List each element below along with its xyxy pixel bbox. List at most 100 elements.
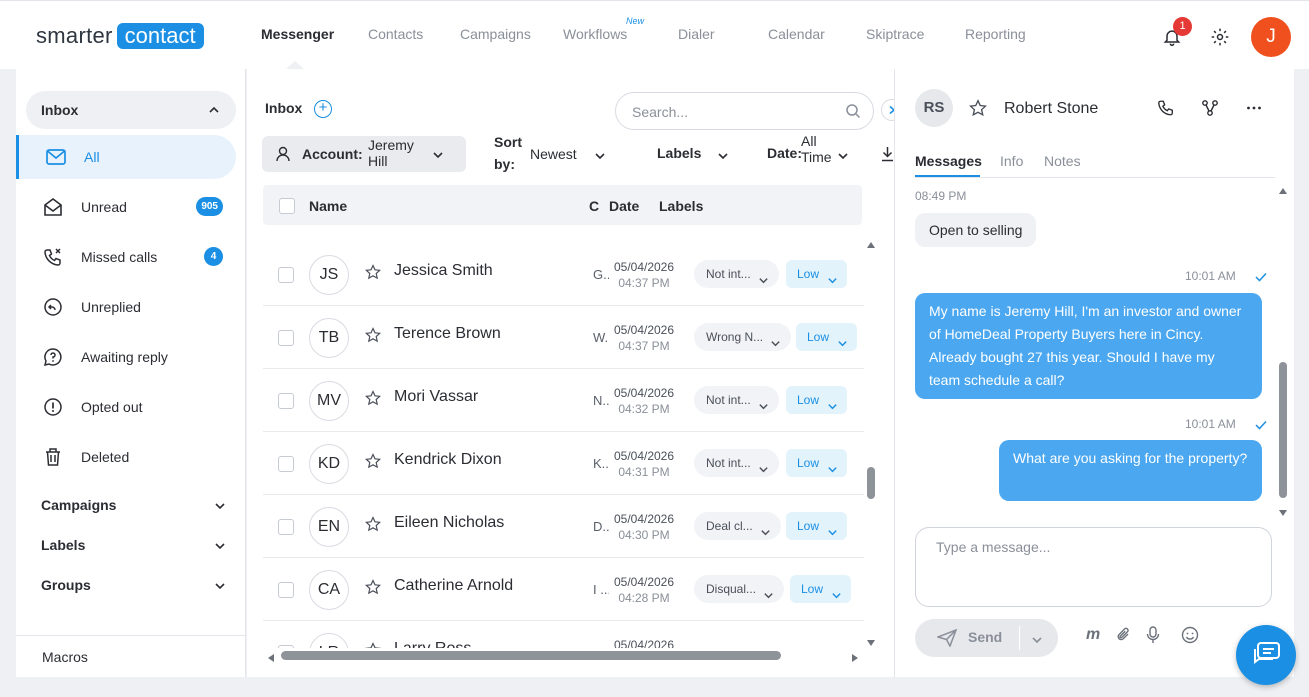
table-row[interactable]: KD Kendrick Dixon K... 05/04/2026 04:31 P… <box>263 432 864 495</box>
label-dropdown[interactable]: Not int... <box>694 260 779 288</box>
star-icon[interactable] <box>364 579 382 598</box>
star-icon[interactable] <box>968 99 988 120</box>
date-dropdown[interactable]: All Time <box>801 133 841 165</box>
nav-contacts[interactable]: Contacts <box>368 26 423 42</box>
scroll-up-arrow-icon[interactable] <box>1278 182 1288 198</box>
star-icon[interactable] <box>364 264 382 283</box>
row-checkbox[interactable] <box>278 582 294 598</box>
sidebar-item-awaiting-reply[interactable]: Awaiting reply <box>16 335 236 379</box>
chevron-down-icon[interactable] <box>1031 633 1043 649</box>
star-icon[interactable] <box>364 453 382 472</box>
priority-dropdown[interactable]: Low <box>790 575 852 603</box>
nav-messenger[interactable]: Messenger <box>261 26 334 42</box>
sidebar-item-opted-out[interactable]: Opted out <box>16 385 236 429</box>
priority-dropdown[interactable]: Low <box>786 512 848 540</box>
row-checkbox[interactable] <box>278 645 294 648</box>
gear-icon[interactable] <box>1206 23 1234 51</box>
scrollbar-thumb[interactable] <box>281 651 781 660</box>
sidebar-item-unread[interactable]: Unread 905 <box>16 185 236 229</box>
tab-notes[interactable]: Notes <box>1044 153 1081 169</box>
download-icon[interactable] <box>881 146 894 165</box>
sidebar-section-labels[interactable]: Labels <box>41 537 226 553</box>
table-row[interactable]: CA Catherine Arnold I ... 05/04/2026 04:2… <box>263 558 864 621</box>
list-horizontal-scrollbar[interactable] <box>265 649 862 662</box>
macro-icon[interactable]: m <box>1086 626 1104 645</box>
send-button[interactable]: Send <box>915 619 1058 657</box>
scroll-down-arrow-icon[interactable] <box>1278 504 1288 520</box>
row-checkbox[interactable] <box>278 267 294 283</box>
column-header-labels[interactable]: Labels <box>659 198 703 214</box>
nav-reporting[interactable]: Reporting <box>965 26 1026 42</box>
tab-messages[interactable]: Messages <box>915 153 982 169</box>
sort-dropdown[interactable]: Newest <box>530 146 577 162</box>
emoji-icon[interactable] <box>1181 626 1199 647</box>
add-conversation-icon[interactable]: + <box>314 100 332 118</box>
priority-dropdown[interactable]: Low <box>786 449 848 477</box>
scroll-right-arrow-icon[interactable] <box>851 650 859 666</box>
table-row[interactable]: LR Larry Ross 05/04/2026 <box>263 621 864 648</box>
priority-dropdown[interactable]: Low <box>786 260 848 288</box>
scroll-up-arrow-icon[interactable] <box>866 236 876 252</box>
priority-dropdown[interactable]: Low <box>796 323 858 351</box>
row-checkbox[interactable] <box>278 456 294 472</box>
account-filter[interactable]: Account: Jeremy Hill <box>262 136 466 172</box>
sidebar-section-groups[interactable]: Groups <box>41 577 226 593</box>
column-header-c[interactable]: C <box>589 198 599 214</box>
nav-calendar[interactable]: Calendar <box>768 26 825 42</box>
scrollbar-thumb[interactable] <box>867 467 875 499</box>
row-date: 05/04/2026 04:31 PM <box>613 448 675 480</box>
workflow-icon[interactable] <box>1201 99 1219 120</box>
sidebar-item-all[interactable]: All <box>16 135 236 179</box>
list-vertical-scrollbar[interactable] <box>864 236 878 646</box>
label-dropdown[interactable]: Disqual... <box>694 575 785 603</box>
scrollbar-thumb[interactable] <box>1279 362 1287 498</box>
chevron-down-icon <box>758 457 769 485</box>
inbox-dropdown[interactable]: Inbox <box>26 91 236 129</box>
microphone-icon[interactable] <box>1146 626 1160 647</box>
app-logo[interactable]: smarter contact <box>36 23 204 49</box>
more-options-icon[interactable] <box>1245 99 1263 120</box>
star-icon[interactable] <box>364 516 382 535</box>
column-header-name[interactable]: Name <box>309 198 347 214</box>
support-chat-button[interactable] <box>1236 625 1296 685</box>
select-all-checkbox[interactable] <box>279 198 295 214</box>
macros-link[interactable]: Macros <box>16 635 245 665</box>
row-checkbox[interactable] <box>278 519 294 535</box>
table-row[interactable]: JS Jessica Smith G... 05/04/2026 04:37 PM… <box>263 243 864 306</box>
sidebar-item-deleted[interactable]: Deleted <box>16 435 236 479</box>
tab-info[interactable]: Info <box>1000 153 1023 169</box>
chevron-down-icon[interactable] <box>594 149 606 165</box>
sidebar-section-campaigns[interactable]: Campaigns <box>41 497 226 513</box>
nav-dialer[interactable]: Dialer <box>678 26 715 42</box>
table-row[interactable]: EN Eileen Nicholas D... 05/04/2026 04:30 … <box>263 495 864 558</box>
user-avatar[interactable]: J <box>1251 17 1291 57</box>
chat-scrollbar[interactable] <box>1277 182 1289 516</box>
table-row[interactable]: MV Mori Vassar N... 05/04/2026 04:32 PM N… <box>263 369 864 432</box>
scroll-down-arrow-icon[interactable] <box>866 634 876 650</box>
nav-campaigns[interactable]: Campaigns <box>460 26 531 42</box>
star-icon[interactable] <box>364 642 382 648</box>
label-dropdown[interactable]: Not int... <box>694 449 779 477</box>
search-input[interactable]: Search... <box>615 92 874 130</box>
phone-icon[interactable] <box>1157 99 1175 120</box>
label-dropdown[interactable]: Not int... <box>694 386 779 414</box>
table-row[interactable]: TB Terence Brown W... 05/04/2026 04:37 PM… <box>263 306 864 369</box>
sidebar-item-missed-calls[interactable]: Missed calls 4 <box>16 235 236 279</box>
column-header-date[interactable]: Date <box>609 198 639 214</box>
priority-dropdown[interactable]: Low <box>786 386 848 414</box>
paperclip-icon[interactable] <box>1116 626 1132 647</box>
sidebar-item-unreplied[interactable]: Unreplied <box>16 285 236 329</box>
labels-filter[interactable]: Labels <box>657 142 701 164</box>
chevron-down-icon[interactable] <box>837 149 849 165</box>
row-checkbox[interactable] <box>278 393 294 409</box>
star-icon[interactable] <box>364 390 382 409</box>
nav-skiptrace[interactable]: Skiptrace <box>866 26 924 42</box>
label-dropdown[interactable]: Deal cl... <box>694 512 781 540</box>
row-checkbox[interactable] <box>278 330 294 346</box>
star-icon[interactable] <box>364 327 382 346</box>
label-dropdown[interactable]: Wrong N... <box>694 323 792 351</box>
message-composer-input[interactable]: Type a message... <box>915 527 1272 607</box>
chevron-down-icon[interactable] <box>717 149 729 165</box>
scroll-left-arrow-icon[interactable] <box>267 650 275 666</box>
nav-workflows[interactable]: Workflows <box>563 26 627 42</box>
